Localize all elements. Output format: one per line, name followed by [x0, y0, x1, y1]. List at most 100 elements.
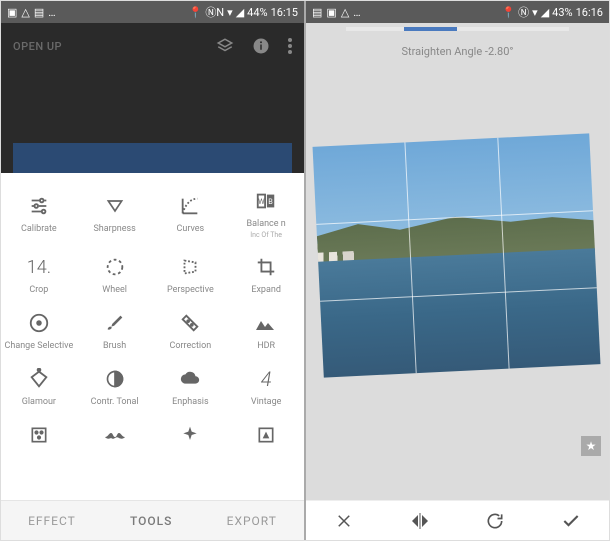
layers-icon[interactable] [216, 37, 234, 55]
notif-icon: ▣ [7, 6, 17, 19]
signal-icon: ◢ [236, 6, 244, 19]
phone-right: ▤ ▣ △ … 📍 Ⓝ ▾ ◢ 43% 16:16 Straighten Ang… [306, 1, 609, 540]
tool-calibrate[interactable]: Calibrate [1, 181, 77, 247]
curve-icon [179, 194, 201, 218]
dots-icon [29, 423, 49, 447]
location-icon: 📍 [501, 6, 515, 19]
image-preview[interactable] [13, 143, 292, 173]
number-icon: 14. [27, 255, 51, 279]
crop-icon [255, 255, 277, 279]
tool-brush[interactable]: Brush [77, 303, 153, 359]
square-up-icon [256, 423, 276, 447]
wifi-icon: ▾ [532, 6, 538, 19]
tool-crop[interactable]: 14. Crop [1, 247, 77, 303]
editor-preview: OPEN UP [1, 23, 304, 173]
warn-icon: △ [341, 6, 349, 19]
mountains-icon [254, 311, 278, 335]
tool-label: Calibrate [21, 224, 57, 234]
tool-label: Brush [103, 341, 126, 351]
tool-perspective[interactable]: Perspective [153, 247, 229, 303]
tool-label: Enphasis [172, 397, 208, 407]
info-icon[interactable] [252, 37, 270, 55]
photo-canvas[interactable] [312, 88, 601, 460]
cloud-icon [179, 367, 201, 391]
tool-blanco[interactable] [228, 415, 304, 455]
tab-export[interactable]: EXPORT [227, 514, 277, 528]
mustache-icon [103, 423, 127, 447]
more-icon: … [353, 6, 360, 19]
svg-text:B: B [268, 197, 273, 206]
tool-enphasis[interactable]: Enphasis [153, 359, 229, 415]
flip-button[interactable] [382, 512, 458, 530]
wb-icon: WB [255, 189, 277, 213]
photo[interactable] [312, 133, 600, 377]
tool-correction[interactable]: Correction [153, 303, 229, 359]
tool-hdr[interactable]: HDR [228, 303, 304, 359]
tune-icon [28, 194, 50, 218]
nfc-icon: ⓃN [205, 4, 224, 20]
tool-expand[interactable]: Expand [228, 247, 304, 303]
gallery-icon: ▤ [312, 6, 322, 19]
tool-retro[interactable] [77, 415, 153, 455]
tool-label: Wheel [102, 285, 127, 295]
tool-grunge[interactable] [153, 415, 229, 455]
wifi-icon: ▾ [227, 6, 233, 19]
straighten-canvas: Straighten Angle -2.80° ★ [306, 23, 609, 500]
bookmark-icon[interactable]: ★ [581, 436, 601, 456]
sparkle-icon [180, 423, 200, 447]
tab-effect[interactable]: EFFECT [28, 514, 76, 528]
app-title: OPEN UP [13, 40, 62, 53]
time-text: 16:15 [271, 6, 298, 19]
tool-label: Expand [251, 285, 281, 295]
tool-wheel[interactable]: Wheel [77, 247, 153, 303]
tool-vintage[interactable]: 4 Vintage [228, 359, 304, 415]
status-bar: ▤ ▣ △ … 📍 Ⓝ ▾ ◢ 43% 16:16 [306, 1, 609, 23]
tool-label: Sharpness [93, 224, 135, 234]
tool-glamour[interactable]: Glamour [1, 359, 77, 415]
cancel-button[interactable] [306, 512, 382, 530]
tool-label: Vintage [251, 397, 282, 407]
tool-label: HDR [257, 341, 275, 351]
tools-grid: Calibrate Sharpness Curves WB Balance n … [1, 173, 304, 500]
triangle-down-icon [105, 194, 125, 218]
tool-selective[interactable]: Change Selective [1, 303, 77, 359]
tool-sharpness[interactable]: Sharpness [77, 181, 153, 247]
status-bar: ▣ △ ▤ … 📍 ⓃN ▾ ◢ 44% 16:15 [1, 1, 304, 23]
overflow-icon[interactable] [288, 38, 292, 54]
apply-button[interactable] [533, 511, 609, 531]
location-icon: 📍 [189, 6, 203, 19]
rotate-button[interactable] [458, 511, 534, 531]
tool-label: Perspective [167, 285, 214, 295]
number-icon: 4 [261, 367, 272, 391]
brush-icon [104, 311, 126, 335]
mode-indicator[interactable] [346, 27, 569, 31]
rule-of-thirds-grid [312, 133, 600, 377]
contrast-icon [105, 367, 125, 391]
time-text: 16:16 [576, 6, 603, 19]
tool-label: Glamour [22, 397, 56, 407]
angle-label: Straighten Angle -2.80° [306, 45, 609, 58]
more-icon: … [48, 6, 55, 19]
tool-label: Balance n [247, 219, 286, 229]
tool-contrast[interactable]: Contr. Tonal [77, 359, 153, 415]
battery-text: 43% [552, 6, 572, 19]
phone-left: ▣ △ ▤ … 📍 ⓃN ▾ ◢ 44% 16:15 OPEN UP [1, 1, 304, 540]
tool-crop2[interactable] [1, 415, 77, 455]
tool-curves[interactable]: Curves [153, 181, 229, 247]
warn-icon: △ [21, 6, 29, 19]
tool-sublabel: Inc Of The [250, 231, 282, 239]
svg-text:W: W [258, 197, 265, 206]
nfc-icon: Ⓝ [518, 4, 529, 20]
tool-label: Crop [29, 285, 48, 295]
tab-tools[interactable]: TOOLS [130, 514, 172, 528]
action-bar [306, 500, 609, 540]
circle-arrows-icon [104, 255, 126, 279]
tool-label: Contr. Tonal [91, 397, 139, 407]
tool-balance[interactable]: WB Balance n Inc Of The [228, 181, 304, 247]
battery-text: 44% [247, 6, 267, 19]
gallery-icon: ▤ [34, 6, 44, 19]
tool-label: Curves [177, 224, 205, 234]
perspective-icon [179, 255, 201, 279]
tool-label: Change Selective [5, 341, 74, 351]
diamond-icon [28, 367, 50, 391]
